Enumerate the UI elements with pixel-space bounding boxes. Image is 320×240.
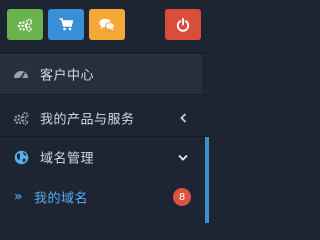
nav-item-products-services[interactable]: 我的产品与服务 (0, 98, 202, 138)
subnav-item-label: 我的域名 (34, 191, 89, 207)
chevron-left-icon (178, 113, 188, 123)
nav-item-label: 域名管理 (40, 151, 95, 167)
subnav-item-my-domains[interactable]: » 我的域名 8 (0, 179, 202, 215)
chevron-down-icon (178, 152, 188, 162)
settings-button[interactable] (7, 9, 43, 40)
nav-item-domain-management[interactable]: 域名管理 (0, 137, 202, 177)
double-chevron-right-icon: » (14, 189, 23, 205)
cart-button[interactable] (48, 9, 84, 40)
nav-item-client-center[interactable]: 客户中心 (0, 54, 202, 94)
chat-icon (99, 18, 115, 31)
nav-item-label: 客户中心 (40, 68, 95, 84)
cart-icon (59, 18, 73, 31)
count-badge: 8 (173, 188, 191, 206)
sidebar: 客户中心 我的产品与服务 域名管理 » 我的域名 8 (0, 0, 209, 223)
sidebar-toolbar (0, 0, 209, 52)
divider (0, 52, 209, 53)
logout-button[interactable] (165, 9, 201, 40)
scrollbar[interactable] (205, 137, 209, 223)
nav-item-label: 我的产品与服务 (40, 112, 135, 128)
dashboard-icon (13, 66, 29, 82)
gears-icon (17, 18, 33, 32)
divider (0, 94, 209, 95)
globe-icon (13, 149, 29, 165)
power-icon (176, 17, 190, 32)
chat-button[interactable] (89, 9, 125, 40)
gears-icon (13, 110, 29, 126)
